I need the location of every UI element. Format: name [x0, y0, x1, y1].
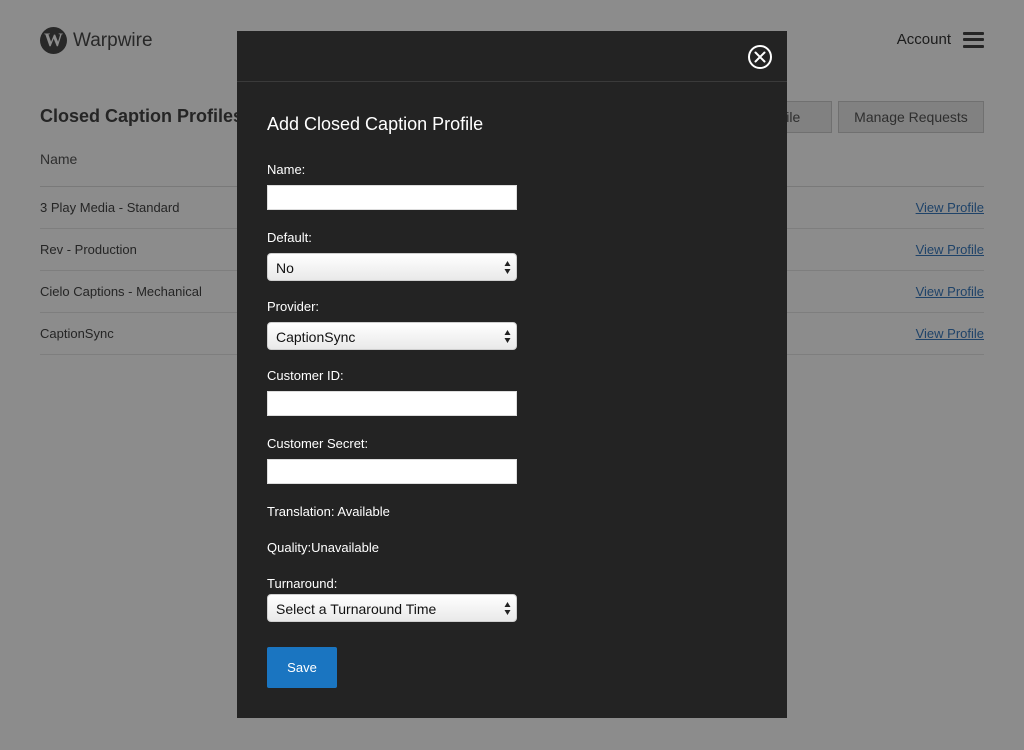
- provider-label: Provider:: [267, 299, 320, 314]
- modal-header: [237, 31, 787, 82]
- add-profile-modal: Add Closed Caption Profile Name: Default…: [237, 31, 787, 718]
- name-label: Name:: [267, 162, 306, 177]
- translation-status: Translation: Available: [267, 504, 390, 519]
- turnaround-label: Turnaround:: [267, 576, 338, 591]
- default-label: Default:: [267, 230, 312, 245]
- select-arrows-icon: [504, 330, 511, 343]
- provider-select[interactable]: CaptionSync: [267, 322, 517, 350]
- save-button[interactable]: Save: [267, 647, 337, 688]
- default-select[interactable]: No: [267, 253, 517, 281]
- customer-id-field[interactable]: [267, 391, 517, 416]
- close-circle-icon[interactable]: [748, 45, 772, 69]
- provider-select-value: CaptionSync: [276, 329, 356, 345]
- name-field[interactable]: [267, 185, 517, 210]
- customer-secret-label: Customer Secret:: [267, 436, 369, 451]
- select-arrows-icon: [504, 261, 511, 274]
- turnaround-select-value: Select a Turnaround Time: [276, 601, 437, 617]
- customer-id-label: Customer ID:: [267, 368, 344, 383]
- select-arrows-icon: [504, 602, 511, 615]
- customer-secret-field[interactable]: [267, 459, 517, 484]
- turnaround-select[interactable]: Select a Turnaround Time: [267, 594, 517, 622]
- default-select-value: No: [276, 260, 294, 276]
- quality-status: Quality:Unavailable: [267, 540, 380, 555]
- modal-title: Add Closed Caption Profile: [267, 114, 484, 134]
